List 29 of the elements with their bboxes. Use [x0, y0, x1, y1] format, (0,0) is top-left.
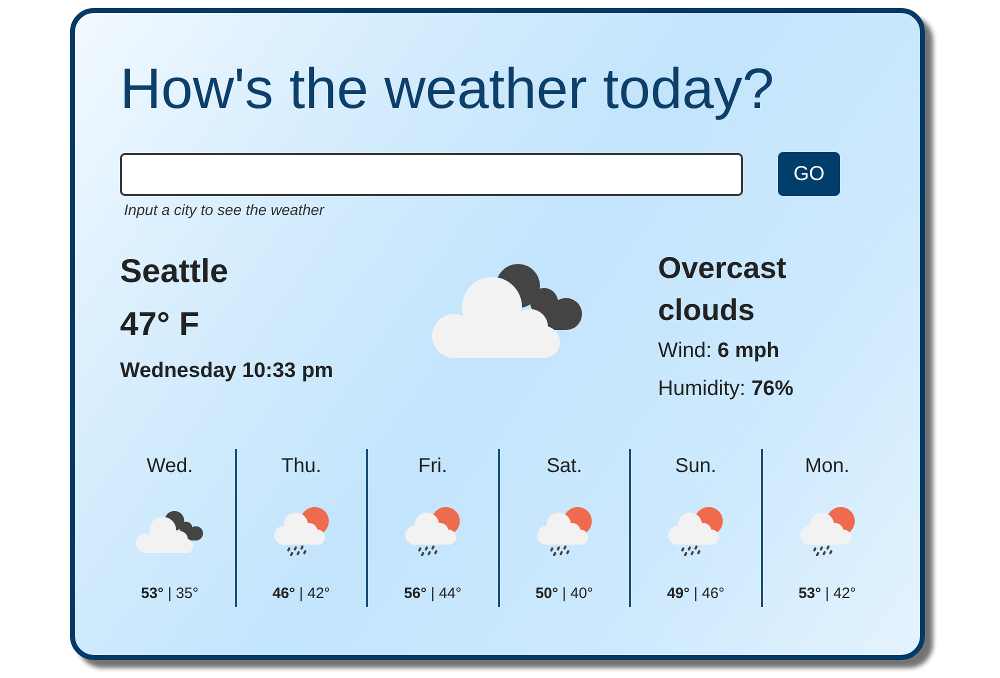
- cloud-sun-rain-icon: [668, 507, 724, 556]
- high-low-temperature: 46° | 42°: [272, 584, 330, 604]
- input-hint: Input a city to see the weather: [124, 202, 324, 220]
- weather-detail: Wind: 6 mph: [658, 338, 780, 364]
- day-label: Wed.: [146, 454, 193, 479]
- cloud-sun-rain-icon: [536, 507, 592, 556]
- day-label: Thu.: [281, 454, 322, 479]
- city-input-field[interactable]: [120, 152, 743, 196]
- high-low-temperature: 50° | 40°: [535, 584, 594, 604]
- day-label: Sun.: [675, 454, 716, 479]
- weather-condition: Overcast clouds: [658, 251, 788, 329]
- high-low-temperature: 53° | 35°: [140, 584, 199, 604]
- cloud-sun-rain-icon: [274, 507, 329, 556]
- city-name: Seattle: [120, 251, 228, 291]
- day-label: Fri.: [418, 454, 448, 479]
- cloud-icon: [136, 510, 204, 552]
- date-time: Wednesday 10:33 pm: [120, 358, 334, 384]
- cloud-icon: [432, 264, 582, 358]
- high-low-temperature: 49° | 46°: [666, 584, 725, 604]
- weather-detail: Humidity: 76%: [658, 376, 794, 402]
- go-button[interactable]: GO: [778, 152, 840, 196]
- cloud-sun-rain-icon: [405, 507, 460, 556]
- day-label: Mon.: [805, 454, 850, 479]
- high-low-temperature: 53° | 42°: [798, 584, 856, 604]
- day-label: Sat.: [546, 454, 582, 479]
- page-title: How's the weather today?: [120, 57, 776, 122]
- current-temperature: 47° F: [120, 304, 200, 344]
- high-low-temperature: 56° | 44°: [404, 584, 462, 604]
- cloud-sun-rain-icon: [800, 507, 855, 556]
